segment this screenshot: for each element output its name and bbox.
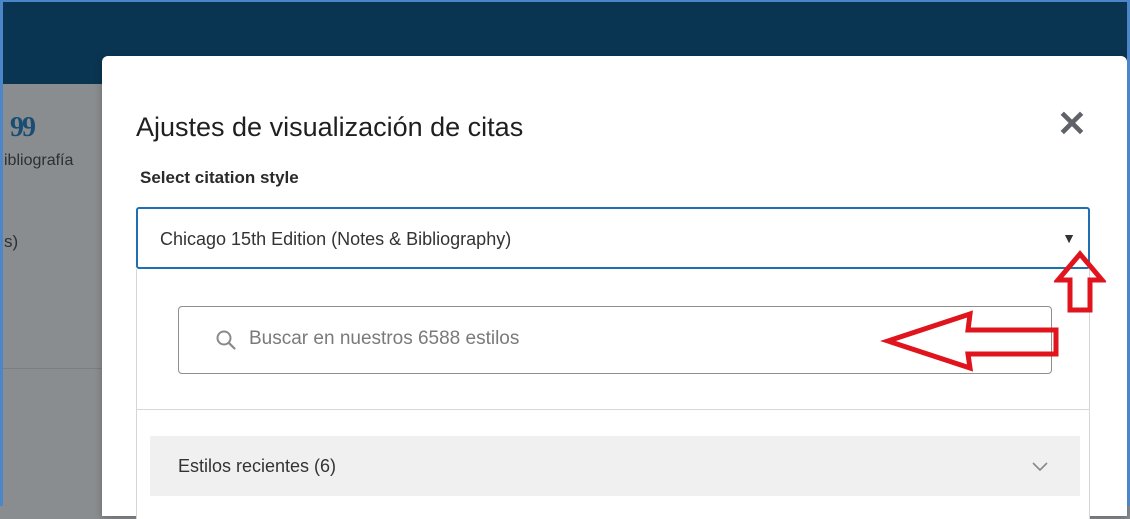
citation-settings-modal: Ajustes de visualización de citas ✕ Sele… bbox=[102, 56, 1127, 519]
recent-styles-accordion[interactable]: Estilos recientes (6) bbox=[150, 436, 1080, 496]
search-icon bbox=[216, 330, 236, 350]
caret-down-icon[interactable]: ▼ bbox=[1062, 230, 1076, 246]
citation-style-label: Select citation style bbox=[140, 168, 299, 187]
background-divider bbox=[0, 368, 102, 369]
close-icon[interactable]: ✕ bbox=[1057, 103, 1087, 144]
search-placeholder: Buscar en nuestros 6588 estilos bbox=[249, 328, 520, 349]
modal-title: Ajustes de visualización de citas bbox=[136, 112, 524, 142]
chevron-down-icon[interactable] bbox=[1030, 456, 1050, 476]
quote-icon: 99 bbox=[10, 112, 36, 143]
bibliography-label: ibliografía bbox=[4, 152, 74, 169]
recent-styles-label: Estilos recientes (6) bbox=[178, 456, 337, 476]
selected-style-value: Chicago 15th Edition (Notes & Bibliograp… bbox=[160, 229, 512, 249]
style-dropdown-panel: Buscar en nuestros 6588 estilos Estilos … bbox=[136, 269, 1090, 519]
citation-style-select[interactable]: Chicago 15th Edition (Notes & Bibliograp… bbox=[136, 207, 1090, 269]
close-button[interactable]: ✕ bbox=[1054, 104, 1090, 144]
background-item-text: s) bbox=[4, 232, 19, 251]
dropdown-divider bbox=[137, 409, 1089, 410]
annotation-arrow-up-icon bbox=[1054, 250, 1106, 313]
annotation-arrow-left-icon bbox=[880, 310, 1059, 372]
